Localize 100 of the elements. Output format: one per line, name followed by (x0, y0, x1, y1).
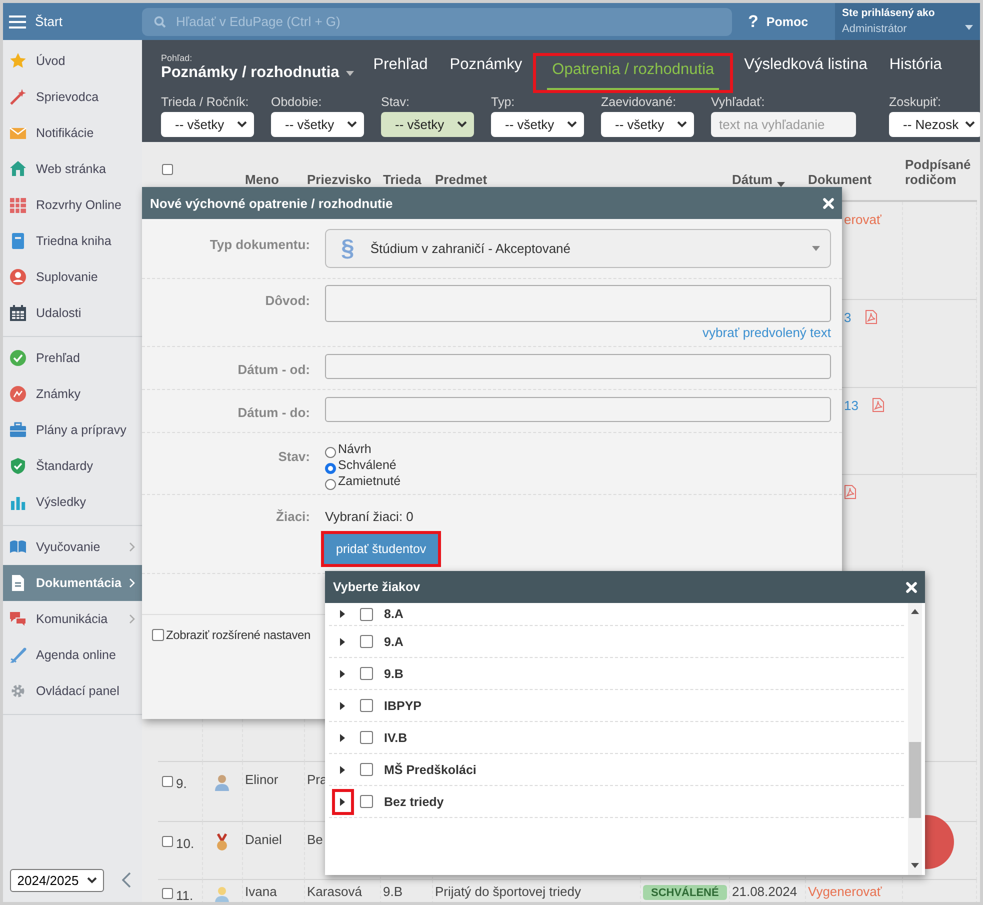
expand-icon[interactable] (340, 798, 346, 806)
row-checkbox[interactable] (162, 836, 173, 847)
column-header[interactable]: Dokument (808, 172, 872, 187)
column-header[interactable]: Dátum (732, 172, 772, 187)
sidebar-item[interactable]: Web stránka (3, 151, 142, 187)
sidebar-item[interactable]: Notifikácie (3, 115, 142, 151)
filter-dropdown[interactable]: -- všetky (381, 112, 474, 137)
scroll-thumb[interactable] (909, 742, 921, 818)
radio-label[interactable]: Schválené (338, 458, 396, 472)
radio-label[interactable]: Zamietnuté (338, 474, 401, 488)
expand-icon[interactable] (340, 638, 346, 646)
check-icon (9, 349, 27, 367)
tab[interactable]: Prehľad (368, 56, 433, 85)
pdf-icon[interactable] (844, 485, 856, 499)
radio-button[interactable] (325, 479, 336, 490)
sidebar-item[interactable]: Triedna kniha (3, 223, 142, 259)
sidebar-item[interactable]: Dokumentácia (3, 565, 142, 601)
row-checkbox[interactable] (162, 888, 173, 899)
class-checkbox[interactable] (360, 608, 373, 620)
class-checkbox[interactable] (360, 699, 373, 712)
menu-icon[interactable] (9, 14, 26, 28)
collapse-icon[interactable] (122, 872, 131, 888)
sidebar-item[interactable]: Agenda online (3, 637, 142, 673)
search-field[interactable]: Hľadať v EduPage (Ctrl + G) (142, 8, 732, 36)
expand-icon[interactable] (340, 734, 346, 742)
tab[interactable]: Opatrenia / rozhodnutia (547, 61, 720, 90)
date-field[interactable] (325, 354, 831, 379)
help-glyph[interactable]: ? (748, 12, 758, 32)
class-checkbox[interactable] (360, 763, 373, 776)
sidebar-item[interactable]: Známky (3, 376, 142, 412)
close-icon[interactable] (906, 582, 917, 592)
column-header[interactable]: Priezvisko (307, 172, 372, 187)
sidebar-item[interactable]: Vyučovanie (3, 529, 142, 565)
sidebar-item[interactable]: Udalosti (3, 295, 142, 331)
add-students-button[interactable]: pridať študentov (324, 534, 438, 564)
tab[interactable]: Poznámky (444, 56, 528, 85)
scrollbar[interactable] (908, 603, 922, 875)
calendar-icon (9, 304, 27, 322)
class-label[interactable]: 9.B (384, 666, 404, 680)
tab[interactable]: Výsledková listina (739, 56, 872, 85)
class-checkbox[interactable] (360, 635, 373, 648)
sidebar-item[interactable]: Rozvrhy Online (3, 187, 142, 223)
expand-icon[interactable] (340, 610, 346, 618)
column-header[interactable]: Podpísané rodičom (905, 157, 977, 187)
sidebar-item[interactable]: Výsledky (3, 484, 142, 520)
class-name: 9.B (383, 884, 403, 899)
radio-label[interactable]: Návrh (338, 442, 372, 456)
advanced-checkbox[interactable] (152, 629, 164, 641)
date-field[interactable] (325, 397, 831, 422)
filter-dropdown[interactable]: -- Nezosk (889, 112, 980, 137)
filter-dropdown[interactable]: -- všetky (491, 112, 584, 137)
class-checkbox[interactable] (360, 667, 373, 680)
field-label: Typ dokumentu: (210, 237, 310, 252)
filter-dropdown[interactable]: -- všetky (161, 112, 254, 137)
class-label[interactable]: Bez triedy (384, 794, 444, 808)
expand-icon[interactable] (340, 766, 346, 774)
close-icon[interactable] (823, 198, 834, 208)
scroll-down-icon[interactable] (911, 863, 919, 869)
class-label[interactable]: IV.B (384, 730, 408, 744)
sidebar-item[interactable]: Prehľad (3, 340, 142, 376)
tab[interactable]: História (884, 56, 947, 85)
class-label[interactable]: 8.A (384, 607, 404, 621)
radio-button[interactable] (325, 447, 336, 458)
row-checkbox[interactable] (162, 776, 173, 787)
sidebar-item[interactable]: Plány a prípravy (3, 412, 142, 448)
expand-icon[interactable] (340, 670, 346, 678)
class-checkbox[interactable] (360, 795, 373, 808)
filter-dropdown[interactable]: -- všetky (271, 112, 364, 137)
reason-field[interactable] (325, 285, 831, 322)
filter-dropdown[interactable]: -- všetky (601, 112, 694, 137)
scroll-up-icon[interactable] (911, 609, 919, 615)
user-menu[interactable]: Ste prihlásený ako Administrátor (835, 3, 980, 40)
sidebar-item[interactable]: Komunikácia (3, 601, 142, 637)
start-link[interactable]: Štart (35, 14, 62, 29)
radio-button[interactable] (325, 463, 336, 474)
class-label[interactable]: MŠ Predškoláci (384, 762, 476, 776)
chevron-icon (965, 121, 975, 128)
year-dropdown[interactable]: 2024/2025 (10, 868, 104, 892)
expand-icon[interactable] (340, 702, 346, 710)
view-dropdown[interactable]: Poznámky / rozhodnutia (161, 64, 354, 82)
sidebar-item[interactable]: Úvod (3, 43, 142, 79)
class-label[interactable]: IBPYP (384, 698, 422, 712)
advanced-label[interactable]: Zobraziť rozšírené nastaven (166, 628, 311, 642)
search-field[interactable]: text na vyhľadanie (711, 112, 856, 137)
class-checkbox[interactable] (360, 731, 373, 744)
sidebar-item[interactable]: Suplovanie (3, 259, 142, 295)
document-type-dropdown[interactable]: § Štúdium v zahraničí - Akceptované (325, 229, 831, 268)
column-header[interactable]: Meno (245, 172, 279, 187)
pdf-icon[interactable] (872, 398, 884, 412)
sidebar-item[interactable]: Sprievodca (3, 79, 142, 115)
last-name: Be (307, 832, 323, 847)
help-link[interactable]: Pomoc (766, 14, 808, 28)
column-header[interactable]: Trieda (383, 172, 422, 187)
pdf-icon[interactable] (865, 310, 878, 324)
sidebar-item[interactable]: Ovládací panel (3, 673, 142, 709)
class-label[interactable]: 9.A (384, 634, 404, 648)
column-header[interactable]: Predmet (435, 172, 488, 187)
chart-circle-icon (9, 385, 27, 403)
select-all-checkbox[interactable] (162, 164, 173, 175)
sidebar-item[interactable]: Štandardy (3, 448, 142, 484)
